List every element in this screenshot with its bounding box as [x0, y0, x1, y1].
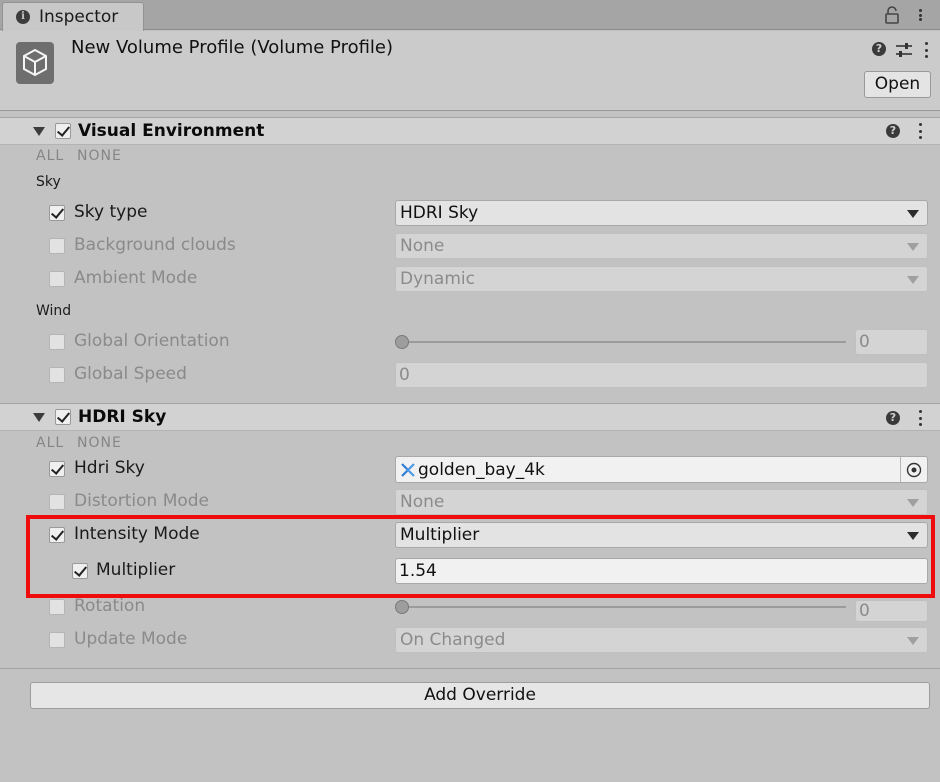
- global-orientation-field[interactable]: 0: [855, 329, 928, 355]
- ambient-mode-label: Ambient Mode: [74, 268, 198, 288]
- hdri-sky-object-field[interactable]: golden_bay_4k: [395, 456, 928, 483]
- open-button[interactable]: Open: [864, 71, 931, 98]
- background-clouds-dropdown[interactable]: None: [395, 233, 928, 259]
- presets-icon[interactable]: [895, 42, 913, 58]
- distortion-mode-dropdown[interactable]: None: [395, 489, 928, 515]
- override-checkbox[interactable]: [49, 334, 65, 350]
- section-enable-checkbox[interactable]: [55, 123, 71, 139]
- override-checkbox[interactable]: [49, 367, 65, 383]
- divider: [0, 668, 940, 669]
- dropdown-arrow-icon: [907, 499, 919, 507]
- foldout-arrow-icon[interactable]: [33, 413, 45, 422]
- rotation-field[interactable]: 0: [855, 600, 928, 622]
- more-icon[interactable]: [918, 410, 922, 426]
- highlight-box: [26, 515, 935, 598]
- all-toggle-link[interactable]: ALL: [36, 435, 64, 451]
- override-checkbox[interactable]: [49, 461, 65, 477]
- section-header-visual-environment[interactable]: Visual Environment ?: [0, 117, 940, 145]
- override-checkbox[interactable]: [49, 205, 65, 221]
- dropdown-value: HDRI Sky: [400, 203, 479, 223]
- dropdown-value: On Changed: [400, 630, 506, 650]
- section-title: HDRI Sky: [78, 407, 167, 427]
- global-orientation-label: Global Orientation: [74, 331, 230, 351]
- rotation-slider-track[interactable]: [400, 606, 846, 608]
- dropdown-value: None: [400, 236, 445, 256]
- ambient-mode-dropdown[interactable]: Dynamic: [395, 266, 928, 292]
- help-icon[interactable]: ?: [886, 411, 900, 425]
- tab-inspector[interactable]: i Inspector: [2, 2, 144, 31]
- dropdown-value: None: [400, 492, 445, 512]
- page-title: New Volume Profile (Volume Profile): [71, 37, 394, 58]
- global-orientation-slider-thumb[interactable]: [395, 335, 409, 349]
- dropdown-arrow-icon: [907, 637, 919, 645]
- update-mode-label: Update Mode: [74, 629, 188, 649]
- override-checkbox[interactable]: [49, 271, 65, 287]
- help-icon[interactable]: ?: [886, 124, 900, 138]
- asset-icon: [16, 42, 54, 84]
- sky-type-dropdown[interactable]: HDRI Sky: [395, 200, 928, 226]
- cubemap-icon: [401, 463, 415, 477]
- more-icon[interactable]: [918, 123, 922, 139]
- override-checkbox[interactable]: [49, 494, 65, 510]
- lock-icon[interactable]: [884, 6, 900, 24]
- rotation-slider-thumb[interactable]: [395, 600, 409, 614]
- dropdown-arrow-icon: [907, 243, 919, 251]
- object-picker-icon[interactable]: [906, 462, 922, 478]
- background-clouds-label: Background clouds: [74, 235, 236, 255]
- rotation-label: Rotation: [74, 596, 146, 616]
- section-title: Visual Environment: [78, 121, 265, 141]
- dropdown-value: Dynamic: [400, 269, 475, 289]
- field-divider: [900, 457, 901, 482]
- none-toggle-link[interactable]: NONE: [77, 435, 122, 451]
- tab-menu-icon[interactable]: [915, 6, 925, 24]
- section-enable-checkbox[interactable]: [55, 409, 71, 425]
- section-header-hdri-sky[interactable]: HDRI Sky ?: [0, 403, 940, 431]
- update-mode-dropdown[interactable]: On Changed: [395, 627, 928, 653]
- override-checkbox[interactable]: [49, 599, 65, 615]
- add-override-button[interactable]: Add Override: [30, 682, 930, 709]
- inspector-header: New Volume Profile (Volume Profile) ? Op…: [0, 31, 940, 111]
- global-orientation-slider-track[interactable]: [400, 341, 846, 343]
- dropdown-arrow-icon: [907, 276, 919, 284]
- foldout-arrow-icon[interactable]: [33, 127, 45, 136]
- override-checkbox[interactable]: [49, 238, 65, 254]
- dropdown-arrow-icon: [907, 210, 919, 218]
- help-icon[interactable]: ?: [872, 42, 886, 56]
- info-icon: i: [16, 10, 30, 24]
- all-toggle-link[interactable]: ALL: [36, 148, 64, 164]
- global-speed-label: Global Speed: [74, 364, 187, 384]
- global-speed-field[interactable]: 0: [395, 362, 928, 388]
- object-field-value: golden_bay_4k: [418, 460, 545, 480]
- more-icon[interactable]: [924, 42, 928, 58]
- group-label-wind: Wind: [36, 303, 72, 319]
- hdri-sky-label: Hdri Sky: [74, 458, 145, 478]
- field-value: 0: [859, 601, 870, 621]
- tab-label: Inspector: [39, 7, 119, 27]
- field-value: 0: [859, 332, 870, 352]
- group-label-sky: Sky: [36, 174, 61, 190]
- override-checkbox[interactable]: [49, 632, 65, 648]
- sky-type-label: Sky type: [74, 202, 148, 222]
- distortion-mode-label: Distortion Mode: [74, 491, 210, 511]
- none-toggle-link[interactable]: NONE: [77, 148, 122, 164]
- field-value: 0: [399, 365, 410, 385]
